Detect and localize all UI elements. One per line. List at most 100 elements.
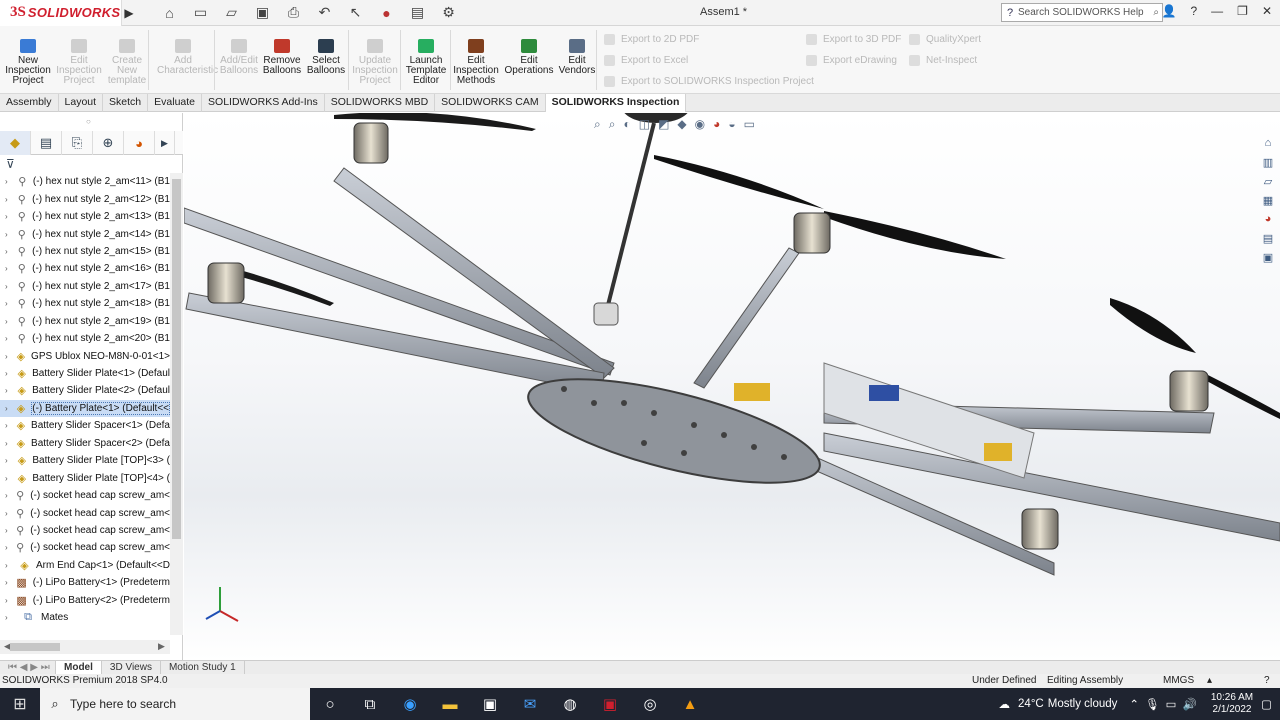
expand-arrow-icon[interactable]: › (5, 456, 11, 465)
tree-item[interactable]: › ⚲ (-) socket head cap screw_am< (0, 487, 170, 504)
tab-nav-arrows[interactable]: ⏮ ◀ ▶ ⏭ (0, 661, 56, 674)
previous-view-icon[interactable]: ◐ (623, 117, 630, 132)
ribbon-button[interactable]: New Inspection Project (2, 26, 54, 94)
command-tab[interactable]: Sketch (103, 94, 149, 112)
solidworks-resources-icon[interactable]: ⌂ (1258, 134, 1278, 152)
tray-overflow-icon[interactable]: ⌃ (1129, 697, 1139, 711)
section-view-icon[interactable]: ◫ (639, 117, 650, 132)
task-view-icon[interactable]: ⧉ (350, 688, 390, 720)
user-icon[interactable]: 👤 (1162, 4, 1177, 18)
export-link[interactable]: Export to SOLIDWORKS Inspection Project (604, 76, 814, 87)
expand-arrow-icon[interactable]: › (5, 195, 11, 204)
gear-icon[interactable]: ⚙ (433, 2, 464, 24)
export-link[interactable]: Export to Excel (604, 55, 688, 66)
tree-item[interactable]: › ◈ Arm End Cap<1> (Default<<D (0, 557, 170, 574)
model-view-tab[interactable]: Model (56, 661, 102, 674)
tree-item[interactable]: › ⧉ Mates (0, 609, 170, 626)
cursor-icon[interactable]: ↖ (340, 2, 371, 24)
panel-grip-icon[interactable]: ○ (86, 117, 91, 126)
units-dropdown-icon[interactable]: ▴ (1207, 674, 1212, 688)
expand-arrow-icon[interactable]: › (5, 491, 10, 500)
hide-show-items-icon[interactable]: ◉ (695, 117, 705, 132)
weather-icon[interactable]: ☁ (999, 697, 1011, 711)
h-scroll-thumb[interactable] (10, 643, 60, 651)
save-icon[interactable]: ▣ (247, 2, 278, 24)
minimize-icon[interactable]: — (1211, 4, 1223, 18)
network-icon[interactable]: ▭ (1166, 697, 1177, 711)
feature-manager-tab-icon[interactable]: ◆ (0, 131, 31, 155)
ribbon-button[interactable]: Edit Inspection Project (53, 26, 105, 94)
export-link[interactable]: Export eDrawing (806, 55, 897, 66)
zoom-to-area-icon[interactable]: ⌕ (609, 117, 616, 132)
tree-scroll-thumb[interactable] (172, 179, 181, 539)
expand-arrow-icon[interactable]: › (5, 404, 11, 413)
configuration-manager-tab-icon[interactable]: ⎘ (62, 131, 93, 155)
store-icon[interactable]: ▣ (470, 688, 510, 720)
microphone-icon[interactable]: 🎙 (1145, 697, 1160, 711)
design-library-icon[interactable]: ▥ (1258, 153, 1278, 171)
model-view-tab[interactable]: Motion Study 1 (161, 661, 245, 674)
tree-item[interactable]: › ◈ Battery Slider Plate [TOP]<3> ( (0, 452, 170, 469)
rebuild-icon[interactable]: ● (371, 2, 402, 24)
tree-item[interactable]: › ◈ Battery Slider Plate<1> (Defaul (0, 365, 170, 382)
expand-arrow-icon[interactable]: › (5, 386, 11, 395)
export-link[interactable]: Export to 2D PDF (604, 34, 699, 45)
expand-arrow-icon[interactable]: › (5, 509, 10, 518)
command-tab[interactable]: Assembly (0, 94, 59, 112)
edit-appearance-icon[interactable]: ◕ (713, 117, 720, 132)
file-explorer-taskbar-icon[interactable]: ▬ (430, 688, 470, 720)
property-manager-tab-icon[interactable]: ▤ (31, 131, 62, 155)
solidworks-taskbar-icon[interactable]: ▣ (590, 688, 630, 720)
scroll-right-icon[interactable]: ▶ (158, 641, 165, 652)
expand-arrow-icon[interactable]: › (5, 526, 10, 535)
tree-item[interactable]: › ⚲ (-) socket head cap screw_am< (0, 539, 170, 556)
expand-arrow-icon[interactable]: › (5, 317, 11, 326)
weather-temp[interactable]: 24°C (1018, 698, 1044, 710)
tree-item[interactable]: › ⚲ (-) hex nut style 2_am<20> (B1 (0, 330, 170, 347)
tree-vertical-scrollbar[interactable] (170, 173, 183, 635)
expand-arrow-icon[interactable]: › (5, 613, 15, 622)
apply-scene-icon[interactable]: ◒ (728, 117, 735, 132)
view-palette-icon[interactable]: ▦ (1258, 191, 1278, 209)
command-tab[interactable]: SOLIDWORKS MBD (325, 94, 436, 112)
ribbon-button[interactable]: Select Balloons (300, 26, 352, 94)
command-tab[interactable]: SOLIDWORKS Add-Ins (202, 94, 325, 112)
tree-item[interactable]: › ⚲ (-) hex nut style 2_am<19> (B1 (0, 313, 170, 330)
tree-item[interactable]: › ⚲ (-) hex nut style 2_am<15> (B1 (0, 243, 170, 260)
weather-text[interactable]: Mostly cloudy (1048, 698, 1118, 710)
export-link[interactable]: QualityXpert (909, 34, 981, 45)
expand-arrow-icon[interactable]: › (5, 177, 12, 186)
command-tab[interactable]: SOLIDWORKS CAM (435, 94, 546, 112)
expand-arrow-icon[interactable]: › (5, 282, 11, 291)
tree-item[interactable]: › ◈ Battery Slider Spacer<2> (Defa (0, 435, 170, 452)
taskbar-search-input[interactable]: ⌕ Type here to search (40, 688, 310, 720)
expand-arrow-icon[interactable]: › (5, 299, 11, 308)
ribbon-button[interactable]: Launch Template Editor (400, 26, 452, 94)
display-manager-tab-icon[interactable]: ◕ (124, 131, 155, 155)
ribbon-button[interactable]: Edit Inspection Methods (450, 26, 502, 94)
expand-arrow-icon[interactable]: › (5, 596, 10, 605)
unit-system[interactable]: MMGS (1163, 674, 1194, 688)
expand-arrow-icon[interactable]: › (5, 439, 11, 448)
tree-item[interactable]: › ⚲ (-) hex nut style 2_am<13> (B1 (0, 208, 170, 225)
tree-item[interactable]: › ▩ (-) LiPo Battery<2> (Predeterm (0, 592, 170, 609)
tree-item[interactable]: › ▩ (-) LiPo Battery<1> (Predeterm (0, 574, 170, 591)
expand-arrow-icon[interactable]: › (5, 212, 11, 221)
expand-arrow-icon[interactable]: › (5, 543, 10, 552)
expand-arrow-icon[interactable]: › (5, 578, 10, 587)
drone-model-render[interactable]: ↻ (184, 113, 1280, 660)
custom-properties-icon[interactable]: ▤ (1258, 229, 1278, 247)
open-folder-icon[interactable]: ▱ (216, 2, 247, 24)
windows-start-icon[interactable]: ⊞ (0, 688, 40, 720)
help-status-icon[interactable]: ? (1264, 674, 1270, 688)
tree-item[interactable]: › ⚲ (-) hex nut style 2_am<16> (B1 (0, 260, 170, 277)
graphics-area[interactable]: ↻ ◧ ◨ — ❐ ✕ (184, 113, 1280, 660)
expand-arrow-icon[interactable]: › (5, 561, 13, 570)
help-search-input[interactable]: ? Search SOLIDWORKS Help ⌕ (1001, 3, 1163, 22)
tree-item[interactable]: › ⚲ (-) socket head cap screw_am< (0, 504, 170, 521)
display-style-icon[interactable]: ◆ (677, 117, 686, 132)
restore-icon[interactable]: ❐ (1237, 4, 1248, 18)
tree-item[interactable]: › ⚲ (-) hex nut style 2_am<11> (B1 (0, 173, 170, 190)
expand-arrow-icon[interactable]: › (5, 230, 11, 239)
home-icon[interactable]: ⌂ (154, 2, 185, 24)
